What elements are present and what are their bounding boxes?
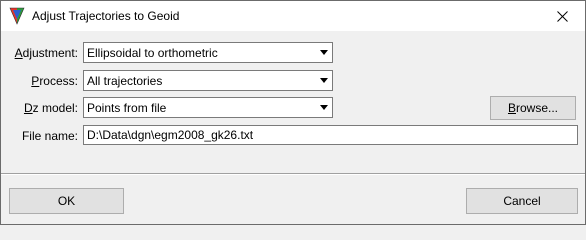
adjustment-value: Ellipsoidal to orthometric bbox=[87, 46, 218, 60]
close-button[interactable] bbox=[540, 1, 585, 31]
browse-button[interactable]: Browse... bbox=[490, 96, 576, 120]
cancel-button[interactable]: Cancel bbox=[466, 188, 578, 214]
process-value: All trajectories bbox=[87, 74, 163, 88]
dz-model-select[interactable]: Points from file bbox=[83, 97, 333, 118]
triangle-logo-icon bbox=[9, 7, 25, 25]
ok-button[interactable]: OK bbox=[9, 188, 124, 214]
process-label: Process: bbox=[31, 74, 78, 88]
chevron-down-icon[interactable] bbox=[316, 43, 332, 62]
file-name-value: D:\Data\dgn\egm2008_gk26.txt bbox=[87, 128, 254, 142]
adjustment-label: Adjustment: bbox=[14, 46, 78, 60]
chevron-down-icon[interactable] bbox=[316, 98, 332, 117]
dz-model-label: Dz model: bbox=[23, 101, 78, 115]
dialog-window: Adjust Trajectories to Geoid Adjustment:… bbox=[0, 0, 586, 225]
close-icon bbox=[557, 10, 568, 22]
dz-model-value: Points from file bbox=[87, 101, 167, 115]
chevron-down-icon[interactable] bbox=[316, 71, 332, 90]
separator bbox=[1, 173, 585, 175]
file-name-input[interactable]: D:\Data\dgn\egm2008_gk26.txt bbox=[83, 125, 578, 145]
title-bar: Adjust Trajectories to Geoid bbox=[1, 1, 585, 31]
adjustment-select[interactable]: Ellipsoidal to orthometric bbox=[83, 42, 333, 63]
file-name-label: File name: bbox=[21, 129, 78, 143]
process-select[interactable]: All trajectories bbox=[83, 70, 333, 91]
window-title: Adjust Trajectories to Geoid bbox=[32, 9, 180, 23]
